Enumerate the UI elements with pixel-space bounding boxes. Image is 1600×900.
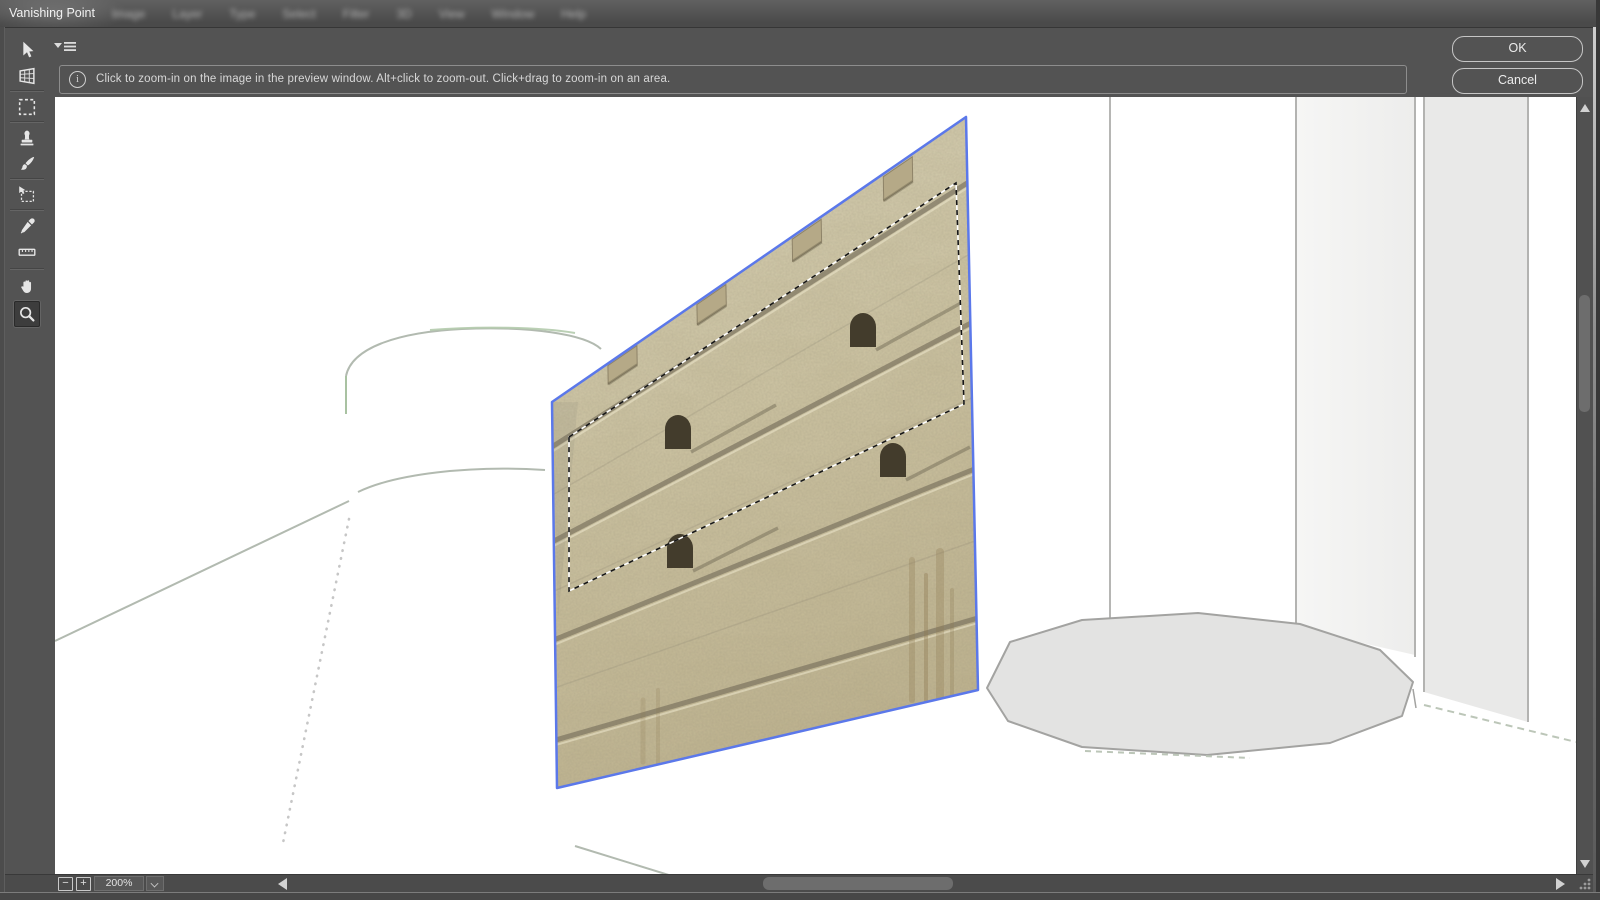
hand-tool-button[interactable] <box>14 273 40 299</box>
vertical-scrollbar[interactable] <box>1576 97 1593 874</box>
zoom-tool-button[interactable] <box>14 301 40 327</box>
window-title: Vanishing Point <box>9 0 109 27</box>
vanishing-point-dialog: Vanishing Point ImageLayerTypeSelectFilt… <box>0 0 1600 900</box>
scroll-down-icon[interactable] <box>1580 860 1590 868</box>
zoom-in-button[interactable]: + <box>76 877 91 891</box>
eyedropper-tool-icon <box>16 215 38 237</box>
chevron-down-icon <box>151 880 159 888</box>
window-edge-right <box>1596 0 1600 900</box>
zoom-out-button[interactable]: − <box>58 877 73 891</box>
transform-tool-button[interactable] <box>14 182 40 208</box>
horizontal-scrollbar-thumb[interactable] <box>763 877 953 890</box>
hand-tool-icon <box>16 275 38 297</box>
info-text: Click to zoom-in on the image in the pre… <box>96 66 670 93</box>
tool-palette <box>0 28 55 874</box>
tool-separator <box>10 121 44 123</box>
stamp-tool-icon <box>16 127 38 149</box>
stamp-tool-button[interactable] <box>14 125 40 151</box>
menu-item-3d: 3D <box>396 7 411 21</box>
tool-separator <box>10 209 44 211</box>
zoom-level-field[interactable]: 200% <box>94 876 144 891</box>
window-edge-bottom <box>0 892 1600 900</box>
settings-flyout-button[interactable] <box>54 39 78 54</box>
zoom-tool-icon <box>16 303 38 325</box>
menubar: ImageLayerTypeSelectFilter3DViewWindowHe… <box>112 0 586 27</box>
tool-separator <box>10 90 44 92</box>
menu-item-help: Help <box>561 7 586 21</box>
marquee-tool-icon <box>16 96 38 118</box>
measure-tool-icon <box>16 241 38 263</box>
preview-scene <box>55 97 1576 874</box>
window-edge-left <box>0 27 5 892</box>
tool-separator <box>10 268 44 270</box>
scroll-up-icon[interactable] <box>1580 104 1590 112</box>
create-plane-tool-button[interactable] <box>14 63 40 89</box>
menu-item-type: Type <box>229 7 255 21</box>
resize-grip-icon[interactable] <box>1578 877 1592 891</box>
preview-canvas[interactable] <box>55 97 1576 874</box>
edit-plane-tool-button[interactable] <box>14 37 40 63</box>
scroll-left-icon[interactable] <box>278 878 287 890</box>
info-icon: i <box>69 71 86 88</box>
title-bar[interactable]: Vanishing Point ImageLayerTypeSelectFilt… <box>0 0 1600 28</box>
flyout-menu-icon <box>54 39 78 54</box>
status-bar: − + 200% <box>0 874 1600 893</box>
marquee-tool-button[interactable] <box>14 94 40 120</box>
info-bar: i Click to zoom-in on the image in the p… <box>59 65 1407 94</box>
zoom-level-dropdown[interactable] <box>146 876 164 891</box>
menu-item-layer: Layer <box>172 7 202 21</box>
ok-button[interactable]: OK <box>1452 36 1583 62</box>
menu-item-select: Select <box>282 7 315 21</box>
menu-item-window: Window <box>492 7 535 21</box>
edit-plane-tool-icon <box>16 39 38 61</box>
tool-separator <box>10 178 44 180</box>
vertical-scrollbar-thumb[interactable] <box>1579 295 1590 412</box>
menu-item-filter: Filter <box>343 7 370 21</box>
menu-item-view: View <box>439 7 465 21</box>
transform-tool-icon <box>16 184 38 206</box>
scroll-right-icon[interactable] <box>1556 878 1565 890</box>
cancel-button[interactable]: Cancel <box>1452 68 1583 94</box>
measure-tool-button[interactable] <box>14 239 40 265</box>
create-plane-tool-icon <box>16 65 38 87</box>
brush-tool-icon <box>16 153 38 175</box>
brush-tool-button[interactable] <box>14 151 40 177</box>
eyedropper-tool-button[interactable] <box>14 213 40 239</box>
